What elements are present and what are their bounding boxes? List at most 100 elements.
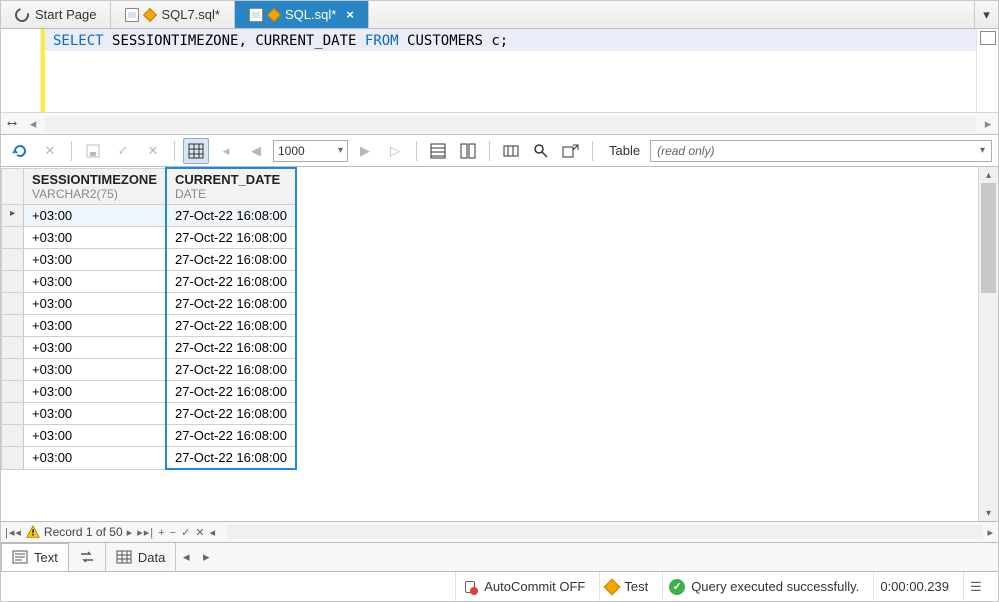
cell-sessiontimezone[interactable]: +03:00: [24, 403, 166, 425]
table-row[interactable]: +03:0027-Oct-22 16:08:00: [2, 447, 297, 470]
output-tab-data[interactable]: Data: [106, 543, 176, 571]
cell-current-date[interactable]: 27-Oct-22 16:08:00: [166, 337, 296, 359]
nav-next-group[interactable]: ▸ ▸▸| + − ✓ ✕: [127, 526, 206, 539]
table-row[interactable]: +03:0027-Oct-22 16:08:00: [2, 227, 297, 249]
cell-current-date[interactable]: 27-Oct-22 16:08:00: [166, 425, 296, 447]
tab-start-page[interactable]: Start Page: [1, 1, 111, 28]
code-area[interactable]: SELECT SESSIONTIMEZONE, CURRENT_DATE FRO…: [45, 29, 976, 112]
table-row[interactable]: +03:0027-Oct-22 16:08:00: [2, 403, 297, 425]
cell-current-date[interactable]: 27-Oct-22 16:08:00: [166, 403, 296, 425]
cell-current-date[interactable]: 27-Oct-22 16:08:00: [166, 381, 296, 403]
cell-sessiontimezone[interactable]: +03:00: [24, 447, 166, 470]
tab-sql7[interactable]: SQL7.sql*: [111, 1, 235, 28]
table-row[interactable]: +03:0027-Oct-22 16:08:00: [2, 315, 297, 337]
row-header[interactable]: [2, 205, 24, 227]
column-header-current-date[interactable]: CURRENT_DATE DATE: [166, 168, 296, 205]
row-header[interactable]: [2, 359, 24, 381]
cell-sessiontimezone[interactable]: +03:00: [24, 227, 166, 249]
cell-current-date[interactable]: 27-Oct-22 16:08:00: [166, 249, 296, 271]
cell-current-date[interactable]: 27-Oct-22 16:08:00: [166, 359, 296, 381]
wrap-toggle-icon[interactable]: [980, 31, 996, 45]
cell-current-date[interactable]: 27-Oct-22 16:08:00: [166, 271, 296, 293]
search-icon: [533, 143, 549, 159]
refresh-button[interactable]: [7, 138, 33, 164]
recbar-hscroll[interactable]: [226, 525, 983, 539]
scroll-down-icon[interactable]: ▾: [979, 505, 998, 521]
row-header[interactable]: [2, 403, 24, 425]
table-row[interactable]: +03:0027-Oct-22 16:08:00: [2, 359, 297, 381]
row-header[interactable]: [2, 315, 24, 337]
scroll-thumb[interactable]: [981, 183, 996, 293]
nav-scroll-right[interactable]: ▸: [987, 526, 994, 539]
row-header[interactable]: [2, 249, 24, 271]
table-row[interactable]: +03:0027-Oct-22 16:08:00: [2, 381, 297, 403]
table-row[interactable]: +03:0027-Oct-22 16:08:00: [2, 425, 297, 447]
status-connection[interactable]: Test: [599, 572, 654, 601]
tab-overflow-button[interactable]: ▾: [974, 1, 998, 28]
column-name: SESSIONTIMEZONE: [32, 172, 157, 187]
prev-page-button[interactable]: ◀: [243, 138, 269, 164]
nav-first-button[interactable]: |◂◂: [5, 526, 22, 539]
row-limit-input[interactable]: 1000 ▾: [273, 140, 348, 162]
row-header[interactable]: [2, 425, 24, 447]
last-page-button[interactable]: ▷: [382, 138, 408, 164]
single-grid-button[interactable]: [425, 138, 451, 164]
scroll-right-button[interactable]: ▸: [978, 116, 998, 132]
output-tab-next[interactable]: ▸: [196, 549, 216, 565]
column-indicator-icon[interactable]: ⟷: [1, 116, 23, 131]
output-tab-swap[interactable]: [69, 543, 106, 571]
table-row[interactable]: +03:0027-Oct-22 16:08:00: [2, 205, 297, 227]
results-grid-scroll[interactable]: SESSIONTIMEZONE VARCHAR2(75) CURRENT_DAT…: [1, 167, 978, 521]
tab-label: Start Page: [35, 7, 96, 22]
row-header[interactable]: [2, 337, 24, 359]
close-tab-icon[interactable]: ×: [346, 7, 354, 22]
editor-hscroll[interactable]: [45, 116, 976, 132]
save-changes-button[interactable]: [80, 138, 106, 164]
cell-sessiontimezone[interactable]: +03:00: [24, 249, 166, 271]
cell-sessiontimezone[interactable]: +03:00: [24, 205, 166, 227]
cell-sessiontimezone[interactable]: +03:00: [24, 381, 166, 403]
cell-current-date[interactable]: 27-Oct-22 16:08:00: [166, 447, 296, 470]
grid-vscroll[interactable]: ▴ ▾: [978, 167, 998, 521]
split-grid-button[interactable]: [455, 138, 481, 164]
cell-current-date[interactable]: 27-Oct-22 16:08:00: [166, 315, 296, 337]
reject-button[interactable]: ✕: [140, 138, 166, 164]
toolbar-sep: [592, 141, 593, 161]
tab-sql-active[interactable]: SQL.sql* ×: [235, 1, 369, 28]
accept-button[interactable]: ✓: [110, 138, 136, 164]
row-header[interactable]: [2, 227, 24, 249]
column-header-sessiontimezone[interactable]: SESSIONTIMEZONE VARCHAR2(75): [24, 168, 166, 205]
columns-button[interactable]: [498, 138, 524, 164]
output-tab-prev[interactable]: ◂: [176, 549, 196, 565]
cell-current-date[interactable]: 27-Oct-22 16:08:00: [166, 205, 296, 227]
grid-mode-button[interactable]: [183, 138, 209, 164]
cell-sessiontimezone[interactable]: +03:00: [24, 271, 166, 293]
scroll-left-button[interactable]: ◂: [23, 116, 43, 132]
find-button[interactable]: [528, 138, 554, 164]
scroll-up-icon[interactable]: ▴: [979, 167, 998, 183]
table-row[interactable]: +03:0027-Oct-22 16:08:00: [2, 293, 297, 315]
output-tab-text[interactable]: Text: [1, 543, 69, 571]
row-header[interactable]: [2, 381, 24, 403]
table-selector[interactable]: (read only) ▾: [650, 140, 992, 162]
cell-current-date[interactable]: 27-Oct-22 16:08:00: [166, 293, 296, 315]
cell-sessiontimezone[interactable]: +03:00: [24, 315, 166, 337]
cell-sessiontimezone[interactable]: +03:00: [24, 293, 166, 315]
cell-current-date[interactable]: 27-Oct-22 16:08:00: [166, 227, 296, 249]
first-page-button[interactable]: ◂: [213, 138, 239, 164]
status-autocommit[interactable]: AutoCommit OFF: [455, 572, 591, 601]
cell-sessiontimezone[interactable]: +03:00: [24, 425, 166, 447]
row-header[interactable]: [2, 293, 24, 315]
cell-sessiontimezone[interactable]: +03:00: [24, 359, 166, 381]
next-page-button[interactable]: ▶: [352, 138, 378, 164]
table-row[interactable]: +03:0027-Oct-22 16:08:00: [2, 337, 297, 359]
export-button[interactable]: [558, 138, 584, 164]
cancel-button[interactable]: ✕: [37, 138, 63, 164]
table-row[interactable]: +03:0027-Oct-22 16:08:00: [2, 249, 297, 271]
table-row[interactable]: +03:0027-Oct-22 16:08:00: [2, 271, 297, 293]
status-menu[interactable]: ☰: [963, 572, 992, 601]
row-header[interactable]: [2, 447, 24, 470]
row-header[interactable]: [2, 271, 24, 293]
nav-scroll-left[interactable]: ◂: [210, 526, 217, 539]
cell-sessiontimezone[interactable]: +03:00: [24, 337, 166, 359]
